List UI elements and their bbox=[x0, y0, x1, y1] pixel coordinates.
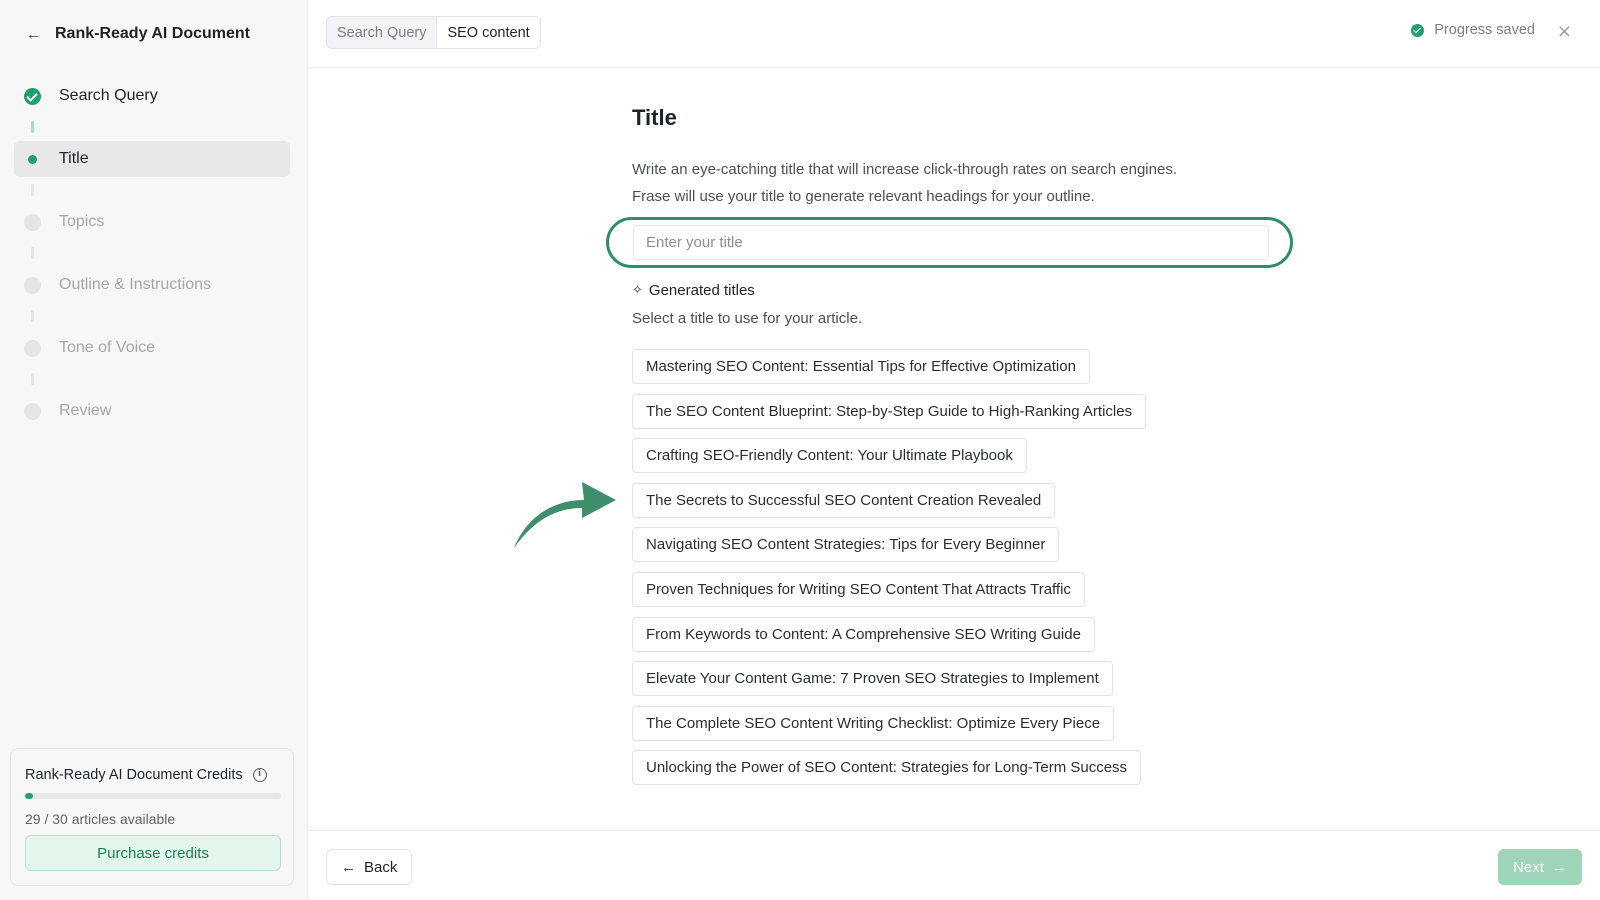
step-pending-dot-icon bbox=[24, 339, 41, 357]
generated-titles-label: Generated titles bbox=[648, 282, 755, 299]
step-connector bbox=[31, 310, 34, 322]
step-topics[interactable]: Topics bbox=[14, 204, 290, 240]
step-title[interactable]: Title bbox=[14, 141, 290, 177]
next-button-label: Next bbox=[1513, 858, 1544, 876]
back-button-label: Back bbox=[364, 858, 398, 876]
generated-title-option[interactable]: Unlocking the Power of SEO Content: Stra… bbox=[632, 750, 1142, 786]
progress-saved-status: Progress saved bbox=[1411, 22, 1535, 38]
page-title: Title bbox=[632, 105, 677, 130]
back-to-documents-link[interactable]: ← Rank-Ready AI Document bbox=[26, 22, 250, 46]
step-label: Review bbox=[59, 402, 112, 419]
description-line: Write an eye-catching title that will in… bbox=[632, 161, 1177, 178]
close-icon[interactable]: × bbox=[1557, 20, 1572, 44]
step-list: Search Query Title Topics Outline & Inst… bbox=[14, 78, 290, 429]
generated-title-option[interactable]: The SEO Content Blueprint: Step-by-Step … bbox=[632, 393, 1147, 429]
generated-title-option[interactable]: The Complete SEO Content Writing Checkli… bbox=[632, 705, 1115, 741]
breadcrumb-tabs: Search Query SEO content bbox=[326, 16, 541, 49]
next-arrow-icon: → bbox=[1551, 858, 1567, 876]
generated-title-option[interactable]: The Secrets to Successful SEO Content Cr… bbox=[632, 482, 1056, 518]
tab-search-query[interactable]: Search Query bbox=[327, 17, 436, 48]
generated-titles-subtext: Select a title to use for your article. bbox=[632, 310, 863, 327]
description-line: Frase will use your title to generate re… bbox=[632, 188, 1095, 205]
document-title: Rank-Ready AI Document bbox=[55, 25, 250, 42]
step-complete-check-icon bbox=[24, 87, 41, 105]
generated-title-option[interactable]: Elevate Your Content Game: 7 Proven SEO … bbox=[632, 661, 1113, 697]
title-input-highlight bbox=[606, 217, 1293, 268]
step-label: Search Query bbox=[59, 87, 158, 104]
next-button[interactable]: Next → bbox=[1498, 849, 1582, 885]
check-circle-icon bbox=[1411, 23, 1425, 37]
back-button[interactable]: ← Back bbox=[326, 849, 413, 885]
step-search-query[interactable]: Search Query bbox=[14, 78, 290, 114]
footer-bar: ← Back Next → bbox=[308, 830, 1600, 900]
tab-seo-content[interactable]: SEO content bbox=[436, 17, 540, 48]
progress-saved-text: Progress saved bbox=[1434, 22, 1535, 38]
step-current-dot-icon bbox=[24, 151, 41, 168]
credits-progress-fill bbox=[25, 793, 34, 799]
step-connector bbox=[31, 373, 34, 385]
step-label: Tone of Voice bbox=[59, 339, 156, 356]
step-connector bbox=[31, 247, 34, 259]
back-arrow-icon: ← bbox=[26, 25, 41, 43]
generated-titles-list: Mastering SEO Content: Essential Tips fo… bbox=[632, 349, 1147, 795]
purchase-credits-button[interactable]: Purchase credits bbox=[25, 835, 281, 871]
generated-title-option[interactable]: Mastering SEO Content: Essential Tips fo… bbox=[632, 349, 1090, 384]
credits-card: Rank-Ready AI Document Credits i 29 / 30… bbox=[10, 748, 294, 886]
step-label: Topics bbox=[59, 213, 105, 230]
step-connector bbox=[31, 184, 34, 196]
step-tone-of-voice[interactable]: Tone of Voice bbox=[14, 330, 290, 366]
info-icon[interactable]: i bbox=[252, 768, 267, 782]
step-connector bbox=[31, 121, 34, 133]
page-description: Write an eye-catching title that will in… bbox=[632, 156, 1177, 210]
credits-count: 29 / 30 articles available bbox=[25, 811, 176, 827]
generated-title-option[interactable]: Crafting SEO-Friendly Content: Your Ulti… bbox=[632, 438, 1027, 474]
pointer-arrow-icon bbox=[514, 482, 616, 548]
step-outline-instructions[interactable]: Outline & Instructions bbox=[14, 267, 290, 303]
title-input[interactable] bbox=[633, 225, 1269, 260]
sparkle-icon: ✧ bbox=[632, 283, 643, 298]
back-arrow-icon: ← bbox=[341, 858, 356, 876]
generated-title-option[interactable]: Navigating SEO Content Strategies: Tips … bbox=[632, 527, 1060, 563]
credits-title: Rank-Ready AI Document Credits i bbox=[25, 767, 267, 783]
top-bar: Search Query SEO content Progress saved … bbox=[308, 0, 1600, 68]
step-review[interactable]: Review bbox=[14, 393, 290, 429]
generated-title-option[interactable]: Proven Techniques for Writing SEO Conten… bbox=[632, 571, 1085, 607]
credits-progress-bar bbox=[25, 793, 281, 799]
step-pending-dot-icon bbox=[24, 276, 41, 294]
generated-titles-header: ✧ Generated titles bbox=[632, 282, 755, 299]
step-label: Outline & Instructions bbox=[59, 276, 212, 293]
step-pending-dot-icon bbox=[24, 402, 41, 420]
step-pending-dot-icon bbox=[24, 213, 41, 231]
generated-title-option[interactable]: From Keywords to Content: A Comprehensiv… bbox=[632, 616, 1095, 652]
credits-title-text: Rank-Ready AI Document Credits bbox=[25, 767, 243, 783]
step-label: Title bbox=[59, 150, 89, 167]
sidebar: ← Rank-Ready AI Document Search Query Ti… bbox=[0, 0, 308, 900]
